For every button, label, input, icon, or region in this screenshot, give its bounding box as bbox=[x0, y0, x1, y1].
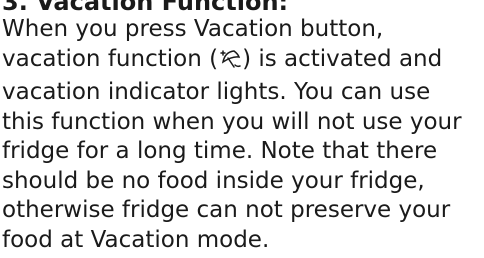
section-heading: 3. Vacation Function: bbox=[2, 0, 289, 16]
paragraph-line-3: vacation indicator lights. You can use bbox=[2, 79, 431, 105]
vacation-umbrella-icon bbox=[218, 48, 242, 79]
document-section: 3. Vacation Function: When you press Vac… bbox=[2, 0, 482, 255]
paragraph-line-1: When you press Vacation button, bbox=[2, 16, 384, 42]
paragraph-line-2: vacation function ( ) is activated and bbox=[2, 45, 482, 79]
paragraph-line-7: otherwise fridge can not preserve your bbox=[2, 197, 451, 223]
paragraph-line-2-end: ) is activated and bbox=[242, 45, 443, 72]
paragraph-line-5: fridge for a long time. Note that there bbox=[2, 138, 438, 164]
section-paragraph: When you press Vacation button, vacation… bbox=[2, 15, 482, 255]
paragraph-line-6: should be no food inside your fridge, bbox=[2, 167, 425, 194]
paragraph-line-2-start: vacation function ( bbox=[2, 45, 219, 72]
paragraph-line-8: food at Vacation mode. bbox=[2, 226, 270, 253]
paragraph-line-4: this function when you will not use your bbox=[2, 108, 462, 135]
